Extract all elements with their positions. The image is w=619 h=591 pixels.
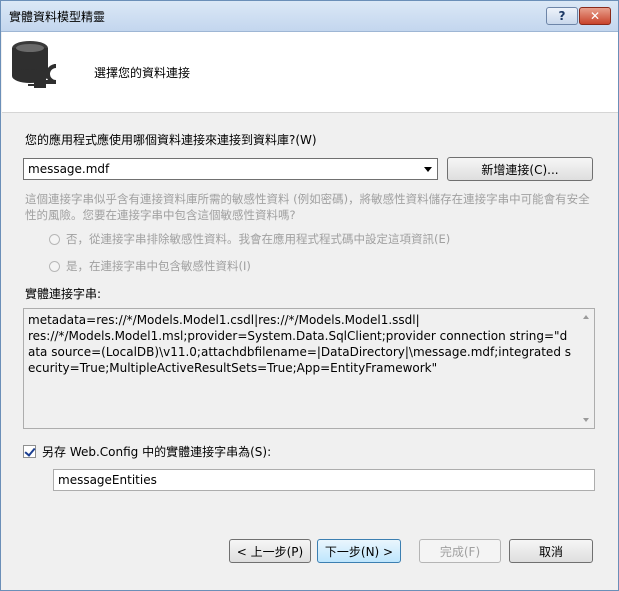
cancel-button[interactable]: 取消 [509, 539, 593, 563]
radio-include-sensitive[interactable]: 是，在連接字串中包含敏感性資料(I) [49, 258, 251, 274]
header-text: 選擇您的資料連接 [94, 66, 191, 80]
entity-connection-string-textarea[interactable]: metadata=res://*/Models.Model1.csdl|res:… [23, 308, 595, 429]
radio-exclude-label: 否，從連接字串排除敏感性資料。我會在應用程式程式碼中設定這項資訊(E) [66, 232, 451, 246]
sensitive-data-note: 這個連接字串似乎含有連接資料庫所需的敏感性資料 (例如密碼)，將敏感性資料儲存在… [25, 192, 590, 222]
radio-button-icon [49, 260, 60, 272]
save-config-checkbox-row[interactable]: 另存 Web.Config 中的實體連接字串為(S): [23, 443, 271, 460]
connection-name-value: messageEntities [58, 473, 157, 487]
radio-include-label: 是，在連接字串中包含敏感性資料(I) [66, 259, 251, 273]
connection-dropdown-value: message.mdf [28, 162, 110, 176]
chevron-down-icon [424, 167, 432, 172]
help-button[interactable]: ? [546, 7, 578, 25]
close-button[interactable]: ✕ [579, 7, 611, 25]
connection-dropdown[interactable]: message.mdf [23, 158, 438, 180]
help-icon: ? [558, 9, 566, 23]
database-connection-icon [12, 41, 57, 88]
new-connection-button[interactable]: 新增連接(C)... [447, 157, 593, 181]
scroll-up-icon[interactable] [583, 315, 589, 319]
save-config-label: 另存 Web.Config 中的實體連接字串為(S): [42, 445, 272, 459]
next-button[interactable]: 下一步(N) > [317, 539, 401, 563]
finish-button[interactable]: 完成(F) [419, 539, 501, 563]
entity-connection-string-text: metadata=res://*/Models.Model1.csdl|res:… [28, 313, 571, 375]
connection-name-input[interactable]: messageEntities [53, 469, 595, 491]
entity-data-model-wizard-window: 實體資料模型精靈 ? ✕ 選擇您的資料連接 您的應用程式應使用哪個資料連接來連接… [0, 0, 619, 591]
title-bar: 實體資料模型精靈 ? ✕ [1, 1, 618, 32]
radio-button-icon [49, 233, 60, 245]
entity-connection-label: 實體連接字串: [25, 287, 102, 301]
previous-button[interactable]: < 上一步(P) [229, 539, 311, 563]
wizard-header: 選擇您的資料連接 [2, 32, 618, 113]
window-title: 實體資料模型精靈 [9, 10, 106, 24]
radio-exclude-sensitive[interactable]: 否，從連接字串排除敏感性資料。我會在應用程式程式碼中設定這項資訊(E) [49, 231, 450, 247]
vertical-scrollbar[interactable] [578, 309, 594, 428]
close-icon: ✕ [589, 9, 601, 23]
scroll-down-icon[interactable] [583, 418, 589, 422]
save-config-checkbox[interactable] [23, 445, 36, 458]
connection-question-label: 您的應用程式應使用哪個資料連接來連接到資料庫?(W) [25, 133, 317, 147]
